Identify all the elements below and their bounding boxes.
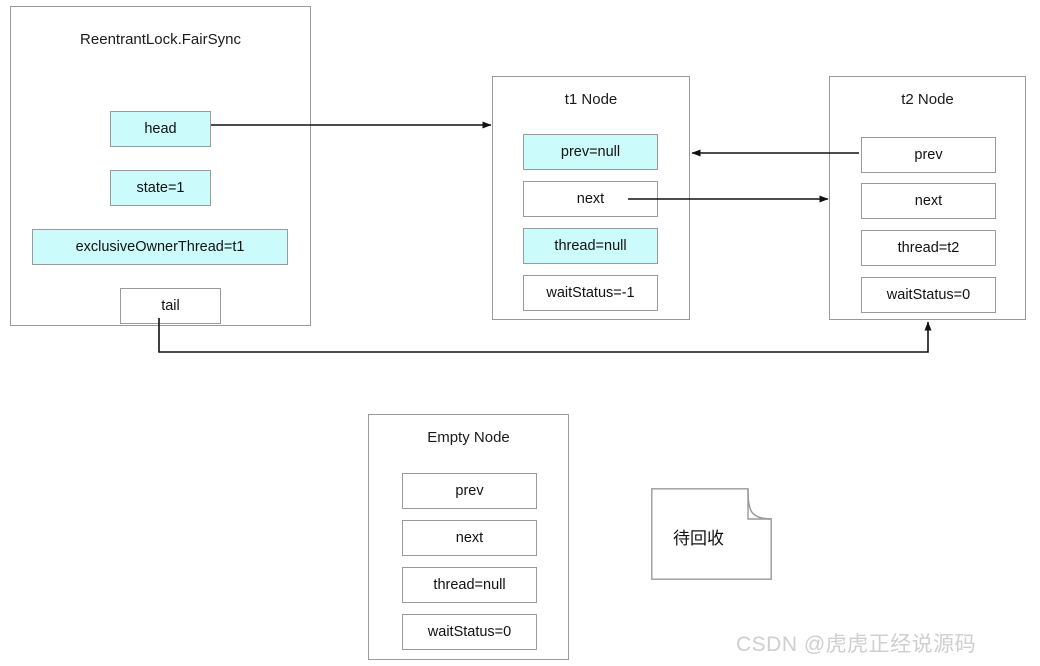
t1-node-field-thread-label: thread=null	[554, 238, 627, 254]
empty-node-field-next-label: next	[455, 530, 484, 546]
t2-node-field-prev-label: prev	[914, 147, 943, 163]
t2-node-group: t2 Node prev next thread=t2 waitStatus=0	[829, 76, 1026, 320]
empty-node-title: Empty Node	[427, 429, 510, 446]
t1-node-title: t1 Node	[564, 91, 618, 108]
t1-node-field-prev[interactable]: prev=null	[523, 134, 658, 170]
fairsync-field-head-label: head	[144, 121, 177, 137]
empty-node-field-next[interactable]: next	[402, 520, 537, 556]
t2-node-field-wait-status[interactable]: waitStatus=0	[861, 277, 996, 313]
empty-node-field-thread[interactable]: thread=null	[402, 567, 537, 603]
fairsync-field-exclusive-owner-thread[interactable]: exclusiveOwnerThread=t1	[32, 229, 288, 265]
t1-node-group: t1 Node prev=null next thread=null waitS…	[492, 76, 690, 320]
t2-node-field-next-label: next	[914, 193, 943, 209]
t1-node-field-thread[interactable]: thread=null	[523, 228, 658, 264]
empty-node-field-wait-status[interactable]: waitStatus=0	[402, 614, 537, 650]
t2-node-field-thread[interactable]: thread=t2	[861, 230, 996, 266]
recycle-note: 待回收	[651, 488, 772, 580]
t2-node-field-prev[interactable]: prev	[861, 137, 996, 173]
empty-node-field-wait-status-label: waitStatus=0	[427, 624, 512, 640]
csdn-watermark: CSDN @虎虎正经说源码	[736, 633, 977, 656]
t1-node-field-next[interactable]: next	[523, 181, 658, 217]
t2-node-field-thread-label: thread=t2	[897, 240, 960, 256]
fairsync-field-head[interactable]: head	[110, 111, 211, 147]
t1-node-field-next-label: next	[576, 191, 605, 207]
empty-node-field-prev[interactable]: prev	[402, 473, 537, 509]
fairsync-field-tail-label: tail	[161, 298, 180, 314]
fairsync-group: ReentrantLock.FairSync head state=1 excl…	[10, 6, 311, 326]
empty-node-group: Empty Node prev next thread=null waitSta…	[368, 414, 569, 660]
t2-node-field-wait-status-label: waitStatus=0	[886, 287, 971, 303]
fairsync-field-state-label: state=1	[136, 180, 185, 196]
recycle-note-label: 待回收	[673, 529, 724, 548]
diagram-canvas: ReentrantLock.FairSync head state=1 excl…	[0, 0, 1040, 666]
t2-node-field-next[interactable]: next	[861, 183, 996, 219]
fairsync-field-exclusive-owner-thread-label: exclusiveOwnerThread=t1	[75, 239, 245, 255]
empty-node-field-thread-label: thread=null	[433, 577, 506, 593]
t1-node-field-wait-status[interactable]: waitStatus=-1	[523, 275, 658, 311]
fairsync-title: ReentrantLock.FairSync	[80, 31, 241, 48]
fairsync-field-state[interactable]: state=1	[110, 170, 211, 206]
empty-node-field-prev-label: prev	[455, 483, 484, 499]
t1-node-field-wait-status-label: waitStatus=-1	[546, 285, 635, 301]
fairsync-field-tail[interactable]: tail	[120, 288, 221, 324]
t1-node-field-prev-label: prev=null	[560, 144, 621, 160]
t2-node-title: t2 Node	[901, 91, 954, 108]
